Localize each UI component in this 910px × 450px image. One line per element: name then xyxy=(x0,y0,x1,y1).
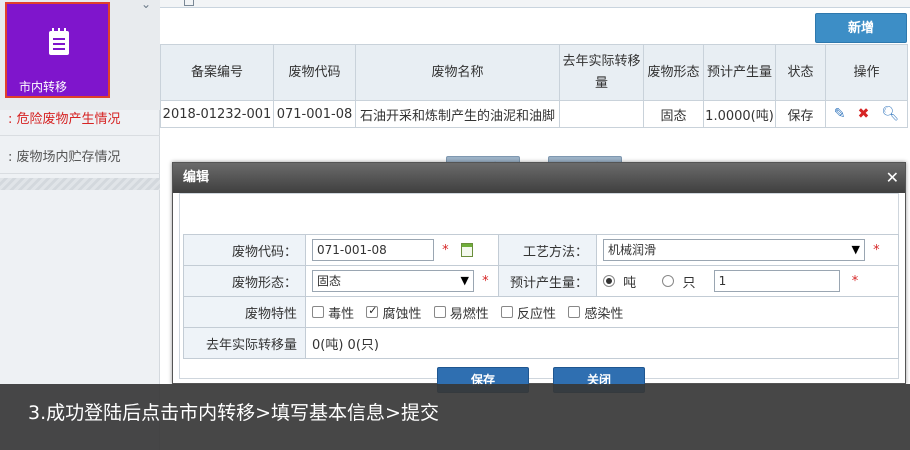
picker-icon[interactable] xyxy=(460,243,473,257)
delete-icon[interactable]: ✖ xyxy=(858,106,870,122)
top-strip xyxy=(160,0,910,8)
cell-expected-amount: 1.0000(吨) xyxy=(703,100,776,128)
waste-code-input[interactable]: 071-001-08 xyxy=(312,239,434,261)
radio-ton[interactable] xyxy=(603,275,615,287)
view-icon[interactable]: 🔍︎ xyxy=(881,106,899,122)
process-value: 机械润滑 xyxy=(608,243,657,257)
property-label: 反应性 xyxy=(517,306,557,322)
sidebar-header: 市内转移 ⌄ xyxy=(0,0,160,110)
add-button[interactable]: 新增 xyxy=(815,13,907,43)
required-mark: * xyxy=(851,273,859,289)
edit-form: 废物代码： 071-001-08 * 工艺方法： 机械润滑 ▼ * 废物形态： … xyxy=(183,234,899,359)
properties-cell: 毒性 腐蚀性 易燃性 反应性 感染性 xyxy=(305,296,899,328)
dropdown-arrow-icon: ▼ xyxy=(460,274,469,287)
cell-waste-name: 石油开采和炼制产生的油泥和油脚 xyxy=(355,100,560,128)
menu-tile-transfer[interactable]: 市内转移 xyxy=(5,2,110,98)
checkbox-icon xyxy=(184,0,194,6)
caption-text: 3.成功登陆后点击市内转移>填写基本信息>提交 xyxy=(28,402,439,424)
form-row: 废物特性 毒性 腐蚀性 易燃性 反应性 感染性 xyxy=(183,296,899,328)
column-header: 预计产生量 xyxy=(703,44,776,101)
form-row: 废物代码： 071-001-08 * 工艺方法： 机械润滑 ▼ * xyxy=(183,234,899,266)
cell-status: 保存 xyxy=(775,100,826,128)
records-table: 备案编号 废物代码 废物名称 去年实际转移量 废物形态 预计产生量 状态 操作 … xyxy=(160,44,908,128)
form-row: 去年实际转移量 0(吨) 0(只) xyxy=(183,327,899,359)
property-label: 感染性 xyxy=(584,306,624,322)
property-label: 易燃性 xyxy=(449,306,489,322)
last-year-value: 0(吨) 0(只) xyxy=(305,327,899,359)
sidebar-item-onsite-storage[interactable]: : 废物场内贮存情况 xyxy=(0,142,160,174)
document-list-icon xyxy=(49,28,69,55)
label-waste-code: 废物代码： xyxy=(183,234,306,266)
column-header: 废物名称 xyxy=(355,44,560,101)
form-row: 废物形态： 固态 ▼ * 预计产生量： 吨 只 1 * xyxy=(183,265,899,297)
dropdown-arrow-icon: ▼ xyxy=(851,243,860,256)
close-icon[interactable]: ✕ xyxy=(886,163,899,193)
cell-last-year-transfer xyxy=(559,100,644,128)
cell-record-no: 2018-01232-001 xyxy=(160,100,274,128)
sidebar-item-hazardous-generation[interactable]: : 危险废物产生情况 xyxy=(0,104,160,136)
checkbox[interactable] xyxy=(568,306,581,318)
column-header: 备案编号 xyxy=(160,44,274,101)
required-mark: * xyxy=(442,242,449,258)
label-last-year: 去年实际转移量 xyxy=(183,327,306,359)
required-mark: * xyxy=(873,242,880,258)
unit-option-ton[interactable]: 吨 xyxy=(603,274,640,291)
waste-form-select[interactable]: 固态 ▼ xyxy=(312,270,474,292)
label-expected: 预计产生量： xyxy=(498,265,597,297)
sidebar: 市内转移 ⌄ : 危险废物产生情况 : 废物场内贮存情况 xyxy=(0,0,160,450)
property-label: 腐蚀性 xyxy=(382,306,422,322)
unit-option-piece[interactable]: 只 xyxy=(662,274,699,291)
cell-waste-code: 071-001-08 xyxy=(273,100,356,128)
column-header: 操作 xyxy=(825,44,908,101)
table-header-row: 备案编号 废物代码 废物名称 去年实际转移量 废物形态 预计产生量 状态 操作 xyxy=(160,44,908,101)
unit-label: 吨 xyxy=(623,275,637,291)
label-process: 工艺方法： xyxy=(498,234,597,266)
expected-qty-input[interactable]: 1 xyxy=(713,270,840,292)
waste-form-cell: 固态 ▼ * xyxy=(305,265,499,297)
tile-label: 市内转移 xyxy=(19,80,68,94)
waste-form-value: 固态 xyxy=(317,274,342,288)
label-properties: 废物特性 xyxy=(183,296,306,328)
radio-piece[interactable] xyxy=(662,275,675,287)
unit-label: 只 xyxy=(682,275,696,291)
waste-code-cell: 071-001-08 * xyxy=(305,234,499,266)
property-infectious[interactable]: 感染性 xyxy=(568,305,624,322)
sidebar-divider xyxy=(0,178,160,190)
cell-form: 固态 xyxy=(643,100,704,128)
chevron-down-icon[interactable]: ⌄ xyxy=(141,0,151,11)
property-reactive[interactable]: 反应性 xyxy=(500,305,560,322)
process-select[interactable]: 机械润滑 ▼ xyxy=(603,239,865,261)
property-label: 毒性 xyxy=(328,306,355,322)
table-row[interactable]: 2018-01232-001 071-001-08 石油开采和炼制产生的油泥和油… xyxy=(160,100,908,128)
property-flammable[interactable]: 易燃性 xyxy=(433,305,493,322)
label-waste-form: 废物形态： xyxy=(183,265,306,297)
property-toxic[interactable]: 毒性 xyxy=(312,305,358,322)
caption-bar: 3.成功登陆后点击市内转移>填写基本信息>提交 xyxy=(0,384,910,450)
required-mark: * xyxy=(482,273,489,289)
dialog-title: 编辑 xyxy=(183,170,210,185)
cell-actions: ✎ ✖ 🔍︎ xyxy=(825,100,908,128)
column-header: 废物代码 xyxy=(273,44,356,101)
column-header: 状态 xyxy=(775,44,826,101)
expected-cell: 吨 只 1 * xyxy=(596,265,899,297)
column-header: 去年实际转移量 xyxy=(559,44,644,101)
edit-icon[interactable]: ✎ xyxy=(834,106,846,122)
property-corrosive[interactable]: 腐蚀性 xyxy=(366,304,425,322)
checkbox[interactable] xyxy=(500,306,513,318)
column-header: 废物形态 xyxy=(643,44,704,101)
checkbox[interactable] xyxy=(366,304,379,318)
process-cell: 机械润滑 ▼ * xyxy=(596,234,899,266)
checkbox[interactable] xyxy=(433,306,446,318)
checkbox[interactable] xyxy=(312,306,324,318)
dialog-header: 编辑 ✕ xyxy=(173,163,905,193)
